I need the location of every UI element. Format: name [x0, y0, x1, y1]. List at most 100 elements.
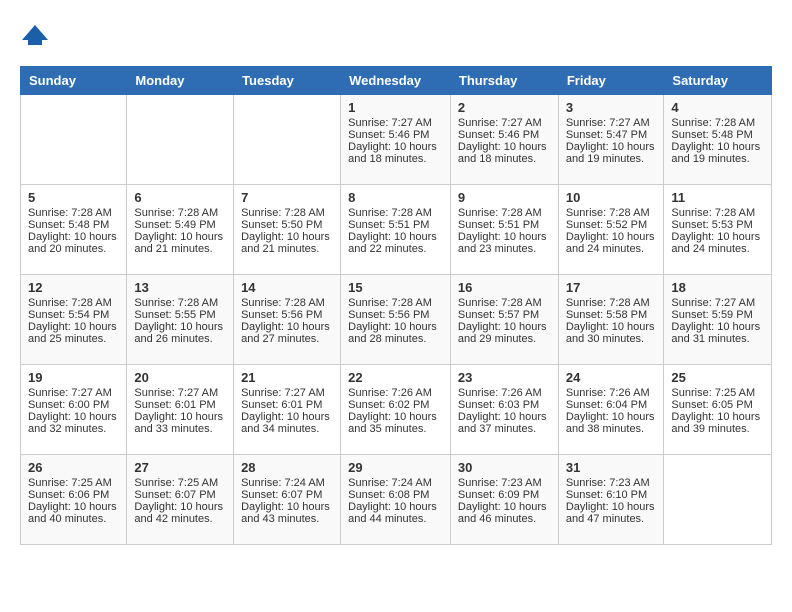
day-info: Sunset: 6:03 PM [458, 399, 551, 411]
day-info: and 24 minutes. [566, 243, 657, 255]
weekday-header: Thursday [450, 67, 558, 95]
day-number: 20 [134, 370, 226, 385]
weekday-header: Sunday [21, 67, 127, 95]
calendar-cell: 27Sunrise: 7:25 AMSunset: 6:07 PMDayligh… [127, 455, 234, 545]
day-info: Daylight: 10 hours [671, 231, 764, 243]
calendar-week-row: 26Sunrise: 7:25 AMSunset: 6:06 PMDayligh… [21, 455, 772, 545]
calendar-header-row: SundayMondayTuesdayWednesdayThursdayFrid… [21, 67, 772, 95]
day-number: 29 [348, 460, 443, 475]
day-number: 22 [348, 370, 443, 385]
day-info: Daylight: 10 hours [458, 411, 551, 423]
day-number: 30 [458, 460, 551, 475]
day-number: 15 [348, 280, 443, 295]
calendar-cell: 28Sunrise: 7:24 AMSunset: 6:07 PMDayligh… [234, 455, 341, 545]
page-header [20, 20, 772, 50]
day-info: Sunset: 5:49 PM [134, 219, 226, 231]
day-number: 31 [566, 460, 657, 475]
weekday-header: Friday [558, 67, 664, 95]
calendar-cell: 14Sunrise: 7:28 AMSunset: 5:56 PMDayligh… [234, 275, 341, 365]
day-number: 28 [241, 460, 333, 475]
day-info: and 19 minutes. [671, 153, 764, 165]
calendar-cell: 10Sunrise: 7:28 AMSunset: 5:52 PMDayligh… [558, 185, 664, 275]
day-info: Sunrise: 7:27 AM [671, 297, 764, 309]
day-info: Sunset: 5:53 PM [671, 219, 764, 231]
day-info: and 27 minutes. [241, 333, 333, 345]
day-info: and 40 minutes. [28, 513, 119, 525]
day-info: and 46 minutes. [458, 513, 551, 525]
logo [20, 20, 54, 50]
calendar-cell: 20Sunrise: 7:27 AMSunset: 6:01 PMDayligh… [127, 365, 234, 455]
calendar-week-row: 1Sunrise: 7:27 AMSunset: 5:46 PMDaylight… [21, 95, 772, 185]
day-number: 9 [458, 190, 551, 205]
day-info: Sunrise: 7:28 AM [458, 207, 551, 219]
day-info: Sunset: 5:46 PM [348, 129, 443, 141]
day-info: and 23 minutes. [458, 243, 551, 255]
day-info: Daylight: 10 hours [566, 321, 657, 333]
day-info: Sunrise: 7:28 AM [348, 297, 443, 309]
day-info: Sunset: 6:07 PM [241, 489, 333, 501]
day-info: and 38 minutes. [566, 423, 657, 435]
day-info: Sunset: 6:08 PM [348, 489, 443, 501]
day-info: Daylight: 10 hours [566, 141, 657, 153]
day-info: Sunrise: 7:28 AM [348, 207, 443, 219]
day-info: Daylight: 10 hours [671, 321, 764, 333]
day-info: Daylight: 10 hours [566, 501, 657, 513]
day-number: 2 [458, 100, 551, 115]
day-info: Sunset: 6:00 PM [28, 399, 119, 411]
day-info: and 18 minutes. [348, 153, 443, 165]
calendar-cell: 25Sunrise: 7:25 AMSunset: 6:05 PMDayligh… [664, 365, 772, 455]
day-number: 19 [28, 370, 119, 385]
day-info: Sunset: 6:09 PM [458, 489, 551, 501]
calendar-cell: 7Sunrise: 7:28 AMSunset: 5:50 PMDaylight… [234, 185, 341, 275]
day-info: and 37 minutes. [458, 423, 551, 435]
day-info: and 34 minutes. [241, 423, 333, 435]
day-number: 23 [458, 370, 551, 385]
calendar-cell: 23Sunrise: 7:26 AMSunset: 6:03 PMDayligh… [450, 365, 558, 455]
day-info: Daylight: 10 hours [241, 321, 333, 333]
day-info: and 25 minutes. [28, 333, 119, 345]
calendar-cell: 6Sunrise: 7:28 AMSunset: 5:49 PMDaylight… [127, 185, 234, 275]
day-info: Daylight: 10 hours [241, 411, 333, 423]
day-info: Sunrise: 7:27 AM [348, 117, 443, 129]
day-info: and 21 minutes. [134, 243, 226, 255]
day-info: Sunrise: 7:23 AM [458, 477, 551, 489]
day-info: Sunset: 6:04 PM [566, 399, 657, 411]
calendar-cell: 30Sunrise: 7:23 AMSunset: 6:09 PMDayligh… [450, 455, 558, 545]
calendar-week-row: 19 Sunrise: 7:27 AMSunset: 6:00 PM Dayligh… [21, 365, 772, 455]
day-number: 6 [134, 190, 226, 205]
day-info: Daylight: 10 hours [241, 231, 333, 243]
calendar-cell: 2Sunrise: 7:27 AMSunset: 5:46 PMDaylight… [450, 95, 558, 185]
day-number: 10 [566, 190, 657, 205]
day-number: 12 [28, 280, 119, 295]
day-info: and 32 minutes. [28, 423, 119, 435]
calendar-cell [664, 455, 772, 545]
day-info: Daylight: 10 hours [671, 411, 764, 423]
day-info: Sunset: 5:57 PM [458, 309, 551, 321]
day-info: Sunset: 5:50 PM [241, 219, 333, 231]
day-info: Daylight: 10 hours [348, 411, 443, 423]
day-info: Daylight: 10 hours [348, 141, 443, 153]
day-number: 26 [28, 460, 119, 475]
day-info: Daylight: 10 hours [134, 321, 226, 333]
day-info: Sunrise: 7:27 AM [28, 387, 119, 399]
calendar-cell: 22Sunrise: 7:26 AMSunset: 6:02 PMDayligh… [341, 365, 451, 455]
calendar-cell: 16Sunrise: 7:28 AMSunset: 5:57 PMDayligh… [450, 275, 558, 365]
day-info: Sunset: 6:06 PM [28, 489, 119, 501]
day-info: Daylight: 10 hours [348, 321, 443, 333]
day-info: Sunrise: 7:28 AM [671, 207, 764, 219]
day-info: Sunrise: 7:28 AM [566, 207, 657, 219]
calendar-cell: 5Sunrise: 7:28 AMSunset: 5:48 PMDaylight… [21, 185, 127, 275]
day-info: Sunrise: 7:26 AM [348, 387, 443, 399]
day-info: Sunset: 5:47 PM [566, 129, 657, 141]
day-info: Sunrise: 7:28 AM [134, 297, 226, 309]
day-info: Daylight: 10 hours [566, 231, 657, 243]
day-info: Daylight: 10 hours [134, 501, 226, 513]
weekday-header: Tuesday [234, 67, 341, 95]
day-number: 16 [458, 280, 551, 295]
day-info: Sunrise: 7:27 AM [566, 117, 657, 129]
day-info: Sunrise: 7:28 AM [566, 297, 657, 309]
calendar-week-row: 5Sunrise: 7:28 AMSunset: 5:48 PMDaylight… [21, 185, 772, 275]
day-info: Sunset: 6:07 PM [134, 489, 226, 501]
day-info: and 44 minutes. [348, 513, 443, 525]
day-info: Sunset: 5:51 PM [348, 219, 443, 231]
